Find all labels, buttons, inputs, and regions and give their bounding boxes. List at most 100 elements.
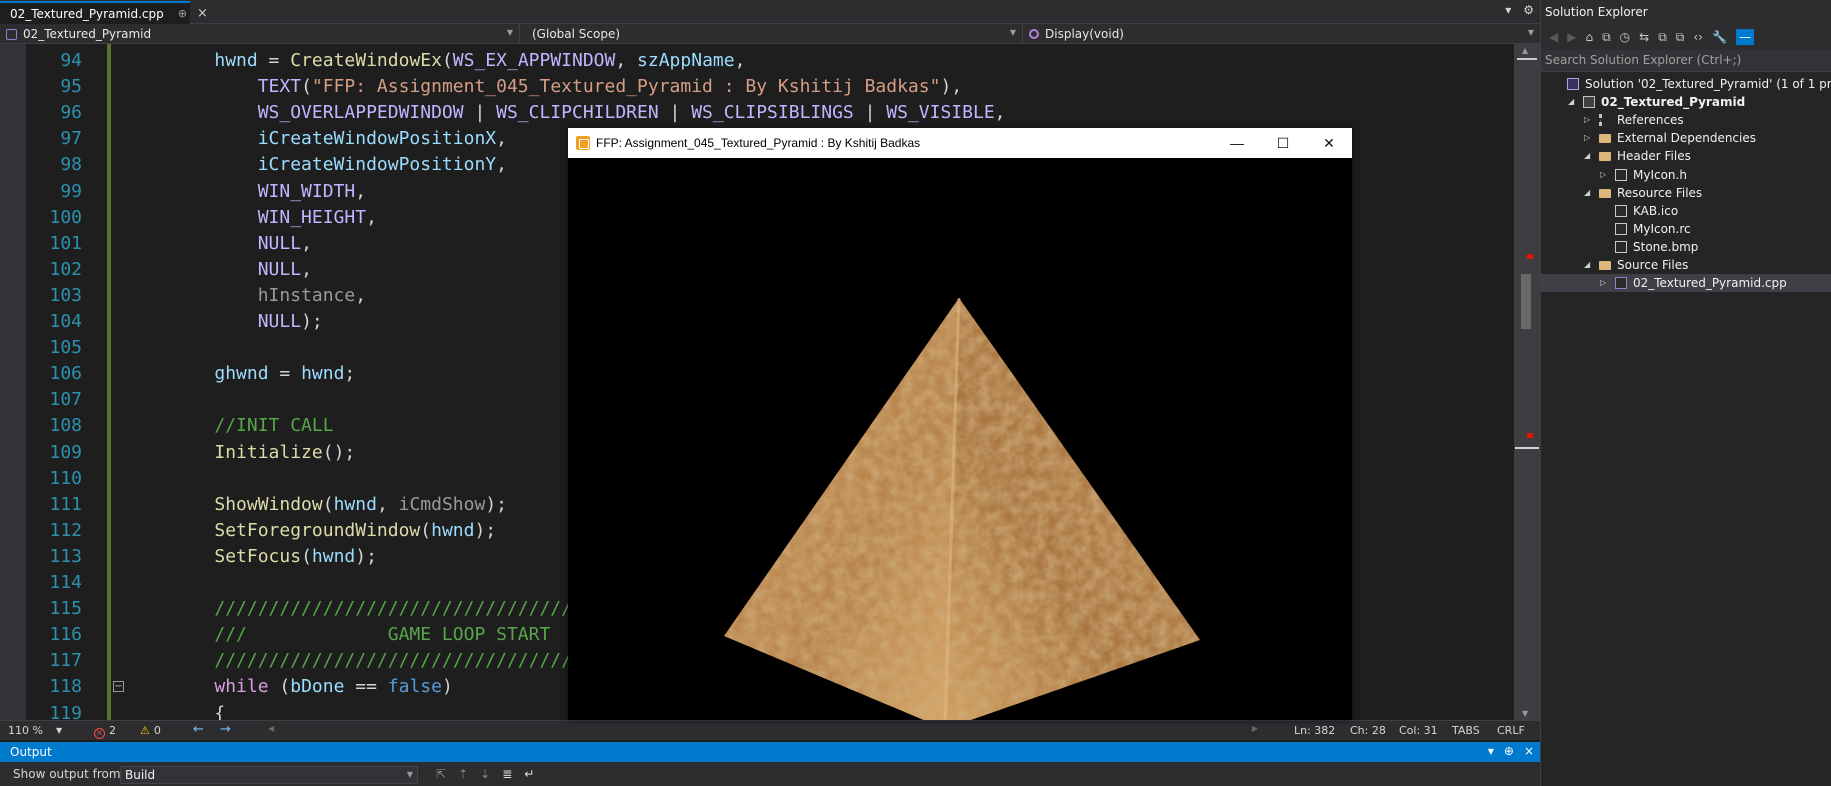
code-token: iCreateWindowPositionX — [257, 128, 497, 150]
column-indicator[interactable]: Col: 31 — [1399, 724, 1438, 737]
pin-icon[interactable]: ⊕ — [178, 7, 187, 20]
line-indicator[interactable]: Ln: 382 — [1294, 724, 1335, 737]
scroll-down-icon[interactable]: ▼ — [1522, 709, 1528, 718]
switch-views-icon[interactable]: ⧉ — [1602, 30, 1611, 45]
expand-arrow-icon[interactable]: ▷ — [1600, 274, 1606, 292]
scope-dropdown[interactable]: (Global Scope) ▼ — [520, 24, 1023, 44]
back-icon[interactable]: ◀ — [1549, 30, 1558, 44]
collapse-icon[interactable]: − — [113, 681, 124, 693]
textured-pyramid-window[interactable]: FFP: Assignment_045_Textured_Pyramid : B… — [568, 128, 1352, 730]
tree-item[interactable]: MyIcon.rc — [1541, 220, 1831, 238]
code-token: = — [257, 50, 291, 71]
code-line[interactable]: 96 WS_OVERLAPPEDWINDOW | WS_CLIPCHILDREN… — [0, 100, 1514, 126]
error-count[interactable]: × 2 — [94, 724, 116, 739]
code-token: ( — [441, 50, 453, 71]
tree-item[interactable]: ◢ Resource Files — [1541, 184, 1831, 202]
output-dropdown-icon[interactable]: ▾ — [1488, 744, 1494, 758]
code-token: hwnd — [214, 50, 258, 71]
output-source-select[interactable]: Build ▼ — [120, 766, 418, 784]
code-token: , — [994, 102, 1006, 124]
code-text: iCreateWindowPositionY, — [171, 152, 507, 178]
opengl-render-canvas[interactable] — [568, 158, 1352, 730]
line-number: 105 — [49, 337, 82, 359]
properties-icon[interactable]: 🔧 — [1712, 30, 1727, 44]
expand-arrow-icon[interactable]: ▷ — [1584, 111, 1590, 129]
tree-item[interactable]: ▷ References — [1541, 111, 1831, 129]
maximize-button[interactable]: ☐ — [1260, 128, 1306, 158]
show-output-label: Show output from: — [13, 767, 125, 781]
line-ending[interactable]: CRLF — [1497, 724, 1525, 737]
collapse-arrow-icon[interactable]: ◢ — [1584, 256, 1590, 274]
tree-item[interactable]: Stone.bmp — [1541, 238, 1831, 256]
collapse-arrow-icon[interactable]: ◢ — [1584, 184, 1590, 202]
code-line[interactable]: 94 hwnd = CreateWindowEx(WS_EX_APPWINDOW… — [0, 48, 1514, 74]
pin-icon[interactable]: ⊕ — [1504, 744, 1514, 758]
tab-02-textured-pyramid-cpp[interactable]: 02_Textured_Pyramid.cpp ⊕ × — [0, 1, 208, 24]
editor-horizontal-scrollbar[interactable]: ◀ ▶ — [268, 724, 1258, 736]
tree-item-label: 02_Textured_Pyramid — [1601, 95, 1746, 110]
forward-icon[interactable]: ▶ — [1567, 30, 1576, 44]
tab-dropdown-icon[interactable]: ▾ — [1505, 3, 1511, 17]
file-icon — [1615, 168, 1627, 181]
tree-item[interactable]: Solution '02_Textured_Pyramid' (1 of 1 p… — [1541, 75, 1831, 93]
warning-icon: ⚠ — [140, 724, 150, 737]
pending-changes-icon[interactable]: ◷ — [1620, 30, 1630, 44]
previous-message-icon[interactable]: ⇡ — [458, 767, 468, 781]
close-button[interactable]: ✕ — [1306, 128, 1352, 158]
close-icon[interactable]: × — [197, 6, 208, 21]
collapse-arrow-icon[interactable]: ◢ — [1568, 93, 1574, 111]
tree-item[interactable]: ▷ 02_Textured_Pyramid.cpp — [1541, 274, 1831, 293]
code-token: ghwnd — [214, 363, 269, 385]
collapse-all-icon[interactable]: ⧉ — [1658, 30, 1667, 45]
tree-item[interactable]: KAB.ico — [1541, 202, 1831, 220]
close-icon[interactable]: × — [1524, 744, 1534, 758]
zoom-dropdown-icon[interactable]: ▼ — [56, 726, 62, 735]
code-line[interactable]: 95 TEXT("FFP: Assignment_045_Textured_Py… — [0, 74, 1514, 100]
indent-mode[interactable]: TABS — [1452, 724, 1480, 737]
char-indicator[interactable]: Ch: 28 — [1350, 724, 1386, 737]
scroll-up-icon[interactable]: ▲ — [1522, 46, 1528, 55]
gear-icon[interactable]: ⚙ — [1523, 3, 1534, 17]
navigate-back-icon[interactable]: ← — [193, 722, 204, 737]
preview-selected-icon[interactable]: — — [1735, 29, 1754, 45]
tree-item[interactable]: ◢ Header Files — [1541, 147, 1831, 165]
code-token: WS_EX_APPWINDOW — [452, 50, 616, 71]
word-wrap-icon[interactable]: ↵ — [524, 767, 534, 781]
scrollbar-thumb[interactable] — [1521, 274, 1531, 329]
clear-all-icon[interactable]: ≣ — [502, 767, 512, 781]
line-number: 103 — [49, 284, 82, 306]
code-token: "FFP: Assignment_045_Textured_Pyramid : … — [311, 76, 941, 98]
line-number: 104 — [49, 311, 82, 332]
collapse-arrow-icon[interactable]: ◢ — [1584, 147, 1590, 165]
tree-item-label: 02_Textured_Pyramid.cpp — [1633, 276, 1787, 291]
code-text: SetFocus(hwnd); — [171, 544, 377, 570]
tree-item[interactable]: ◢ 02_Textured_Pyramid — [1541, 93, 1831, 111]
home-icon[interactable]: ⌂ — [1585, 30, 1593, 44]
member-dropdown[interactable]: Display(void) ▼ — [1023, 24, 1540, 44]
minimize-button[interactable]: — — [1214, 128, 1260, 158]
sync-icon[interactable]: ⇆ — [1639, 30, 1649, 44]
app-window-titlebar[interactable]: FFP: Assignment_045_Textured_Pyramid : B… — [568, 128, 1352, 158]
code-token: hwnd — [333, 493, 377, 515]
tree-item[interactable]: ◢ Source Files — [1541, 256, 1831, 274]
view-code-icon[interactable]: ‹› — [1693, 30, 1703, 44]
zoom-level[interactable]: 110 % — [8, 724, 43, 737]
editor-vertical-scrollbar[interactable]: ▲ ▼ — [1514, 44, 1540, 720]
warning-count[interactable]: ⚠ 0 — [140, 724, 161, 737]
project-dropdown[interactable]: 02_Textured_Pyramid ▼ — [0, 24, 520, 44]
expand-arrow-icon[interactable]: ▷ — [1600, 166, 1606, 184]
find-message-icon[interactable]: ⇱ — [436, 767, 446, 781]
tree-item[interactable]: ▷ External Dependencies — [1541, 129, 1831, 147]
tree-item-label: MyIcon.rc — [1633, 221, 1691, 236]
navigate-forward-icon[interactable]: → — [220, 722, 231, 737]
tree-item[interactable]: ▷ MyIcon.h — [1541, 166, 1831, 184]
next-message-icon[interactable]: ⇣ — [480, 767, 490, 781]
solution-explorer-search[interactable]: Search Solution Explorer (Ctrl+;) — [1541, 50, 1831, 72]
expand-arrow-icon[interactable]: ▷ — [1584, 129, 1590, 147]
show-all-files-icon[interactable]: ⧉ — [1676, 30, 1685, 45]
